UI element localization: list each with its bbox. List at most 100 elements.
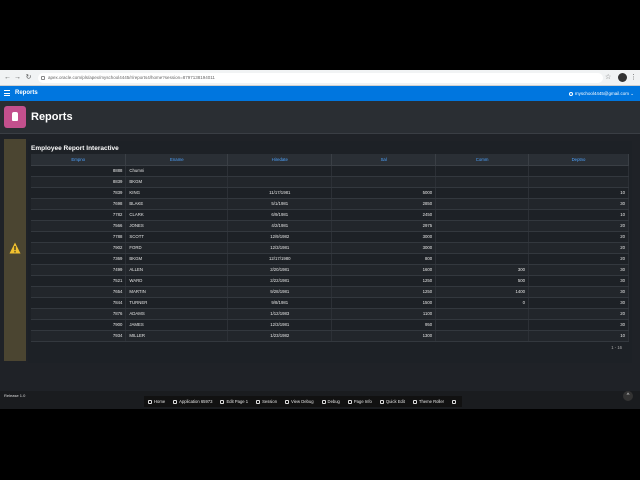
cell-ename: KING	[125, 187, 229, 199]
cell-ename: CLARK	[125, 209, 229, 221]
forward-icon[interactable]: →	[13, 73, 22, 82]
cell-deptno: 30	[528, 286, 629, 298]
report-icon	[12, 112, 18, 121]
table-row: 7839 KING 11/17/1981 5000 10	[31, 187, 629, 199]
profile-avatar-icon[interactable]	[618, 73, 627, 82]
report-region: Employee Report Interactive Empno Ename …	[28, 141, 632, 363]
cell-hiredate	[227, 176, 333, 188]
cell-comm	[435, 242, 530, 254]
cell-hiredate: 1/23/1982	[227, 330, 333, 342]
cell-ename: MILLER	[125, 330, 229, 342]
cell-comm: 1400	[435, 286, 530, 298]
cell-empno: 7499	[31, 264, 127, 276]
cell-hiredate: 9/8/1981	[227, 297, 333, 309]
cell-sal: 2975	[331, 220, 437, 232]
report-title: Employee Report Interactive	[31, 145, 119, 152]
cell-empno: 7369	[31, 253, 127, 265]
address-bar[interactable]: apex.oracle.com/pls/apex/myschool4445/r/…	[38, 73, 603, 83]
cell-empno: 7876	[31, 308, 127, 320]
cell-sal: 950	[331, 319, 437, 331]
dev-toolbar-label: View Debug	[291, 399, 314, 404]
edit-icon	[220, 399, 225, 404]
warning-region	[4, 139, 26, 361]
user-menu[interactable]: myschool4445@gmail.com ⌄	[568, 88, 634, 99]
cell-empno: 8839	[31, 176, 127, 188]
cell-comm	[435, 176, 530, 188]
dev-toolbar-item[interactable]: View Debug	[281, 399, 318, 404]
cell-empno: 7839	[31, 187, 127, 199]
dev-toolbar-item[interactable]: Theme Roller	[409, 399, 448, 404]
report-table-body: 8888 Chumni 8839 BKGM 7839 KING 11/17/1981 5000…	[31, 165, 629, 342]
app-header: Reports myschool4445@gmail.com ⌄	[0, 86, 640, 101]
dev-toolbar-item[interactable]: Debug	[318, 399, 344, 404]
cell-hiredate	[227, 165, 333, 177]
app-name[interactable]: Reports	[15, 88, 38, 99]
home-icon	[148, 399, 152, 404]
column-header-empno[interactable]: Empno	[31, 154, 127, 166]
cell-empno: 7782	[31, 209, 127, 221]
hamburger-menu-icon[interactable]	[4, 90, 10, 96]
chevron-down-icon: ⌄	[630, 91, 634, 96]
cell-empno: 7900	[31, 319, 127, 331]
scroll-top-icon[interactable]: ^	[623, 391, 633, 401]
cell-sal: 3000	[331, 231, 437, 243]
cell-empno: 7566	[31, 220, 127, 232]
user-email: myschool4445@gmail.com	[574, 91, 629, 96]
bookmark-star-icon[interactable]: ☆	[605, 73, 613, 82]
dev-toolbar-label: Edit Page 1	[226, 399, 249, 404]
cell-ename: BKGM	[125, 253, 229, 265]
cell-comm	[435, 165, 530, 177]
dev-toolbar-label: Session	[262, 399, 278, 404]
cell-hiredate: 6/9/1981	[227, 209, 333, 221]
reload-icon[interactable]: ↻	[24, 73, 33, 82]
column-header-hiredate[interactable]: Hiredate	[227, 154, 333, 166]
browser-menu-icon[interactable]: ⋮	[630, 73, 637, 82]
table-row: 7521 WARD 2/22/1981 1250 500 30	[31, 275, 629, 287]
cell-hiredate: 11/17/1981	[227, 187, 333, 199]
column-header-sal[interactable]: Sal	[331, 154, 437, 166]
cell-comm	[435, 220, 530, 232]
cell-comm	[435, 209, 530, 221]
cell-comm: 500	[435, 275, 530, 287]
debug-icon	[285, 399, 290, 404]
dev-toolbar-item[interactable]: Home	[144, 399, 169, 404]
dev-toolbar-item[interactable]: Application 65973	[169, 399, 216, 404]
cell-empno: 7654	[31, 286, 127, 298]
cell-hiredate: 12/3/1981	[227, 242, 333, 254]
cell-comm: 300	[435, 264, 530, 276]
cell-deptno: 20	[528, 231, 629, 243]
cell-deptno: 30	[528, 264, 629, 276]
cell-deptno: 30	[528, 275, 629, 287]
cell-hiredate: 4/2/1981	[227, 220, 333, 232]
cell-deptno: 20	[528, 308, 629, 320]
cell-ename: BLAKE	[125, 198, 229, 210]
dev-toolbar-item[interactable]: Quick Edit	[376, 399, 409, 404]
dev-toolbar-item[interactable]: Page Info	[344, 399, 376, 404]
table-row: 7566 JONES 4/2/1981 2975 20	[31, 220, 629, 232]
dev-toolbar-item[interactable]	[448, 399, 462, 404]
back-icon[interactable]: ←	[3, 73, 12, 82]
dev-toolbar-label: Home	[154, 399, 166, 404]
column-header-deptno[interactable]: Deptno	[528, 154, 629, 166]
cell-comm	[435, 231, 530, 243]
cell-sal: 1250	[331, 275, 437, 287]
dev-toolbar-label: Page Info	[353, 399, 372, 404]
cell-hiredate: 2/20/1981	[227, 264, 333, 276]
cell-deptno: 30	[528, 198, 629, 210]
gear-icon	[452, 399, 457, 404]
user-icon	[568, 91, 573, 96]
edit-icon	[173, 399, 178, 404]
dev-toolbar-item[interactable]: Edit Page 1	[216, 399, 252, 404]
dev-toolbar-item[interactable]: Session	[252, 399, 281, 404]
column-header-comm[interactable]: Comm	[435, 154, 530, 166]
cell-ename: JONES	[125, 220, 229, 232]
cell-sal: 2450	[331, 209, 437, 221]
release-label: Release 1.0	[4, 393, 26, 398]
cell-sal	[331, 165, 437, 177]
cell-ename: TURNER	[125, 297, 229, 309]
cell-empno: 8888	[31, 165, 127, 177]
column-header-ename[interactable]: Ename	[125, 154, 229, 166]
cell-ename: ALLEN	[125, 264, 229, 276]
quick-edit-icon	[379, 399, 384, 404]
cell-deptno: 10	[528, 330, 629, 342]
